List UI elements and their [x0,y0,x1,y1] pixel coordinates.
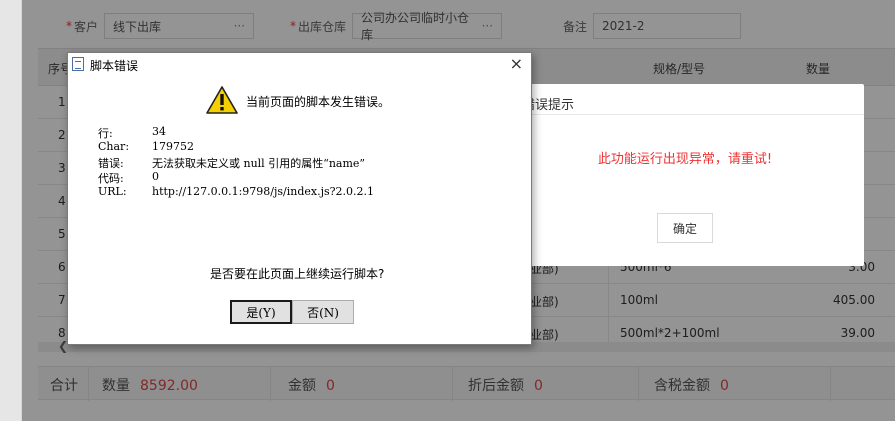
document-icon [72,57,84,71]
detail-value: 0 [152,170,159,183]
no-button[interactable]: 否(N) [292,300,354,324]
detail-value: 无法获取未定义或 null 引用的属性“name” [152,157,366,170]
detail-value: http://127.0.0.1:9798/js/index.js?2.0.2.… [152,185,375,198]
detail-key: Char: [98,140,130,153]
detail-value: 179752 [152,140,194,153]
confirm-button[interactable]: 确定 [657,213,713,243]
detail-key: URL: [98,185,127,198]
dialog-titlebar[interactable]: 脚本错误 × [68,53,531,75]
dialog-heading: 当前页面的脚本发生错误。 [246,95,391,109]
divider [506,114,864,115]
warning-icon [206,86,238,114]
left-strip [0,0,22,421]
detail-key: 代码: [98,172,124,185]
detail-key: 行: [98,127,113,140]
yes-button[interactable]: 是(Y) [230,300,292,324]
detail-key: 错误: [98,157,124,170]
close-icon[interactable]: × [510,54,523,73]
dialog-question: 是否要在此页面上继续运行脚本? [210,267,385,281]
dialog-title: 脚本错误 [90,59,139,73]
error-message: 此功能运行出现异常，请重试! [597,152,773,167]
detail-value: 34 [152,125,166,138]
error-message-box: 错误提示 此功能运行出现异常，请重试! 确定 [506,84,864,266]
script-error-dialog: 脚本错误 × 当前页面的脚本发生错误。 行: 34 Char: 179752 错误:… [67,52,532,345]
